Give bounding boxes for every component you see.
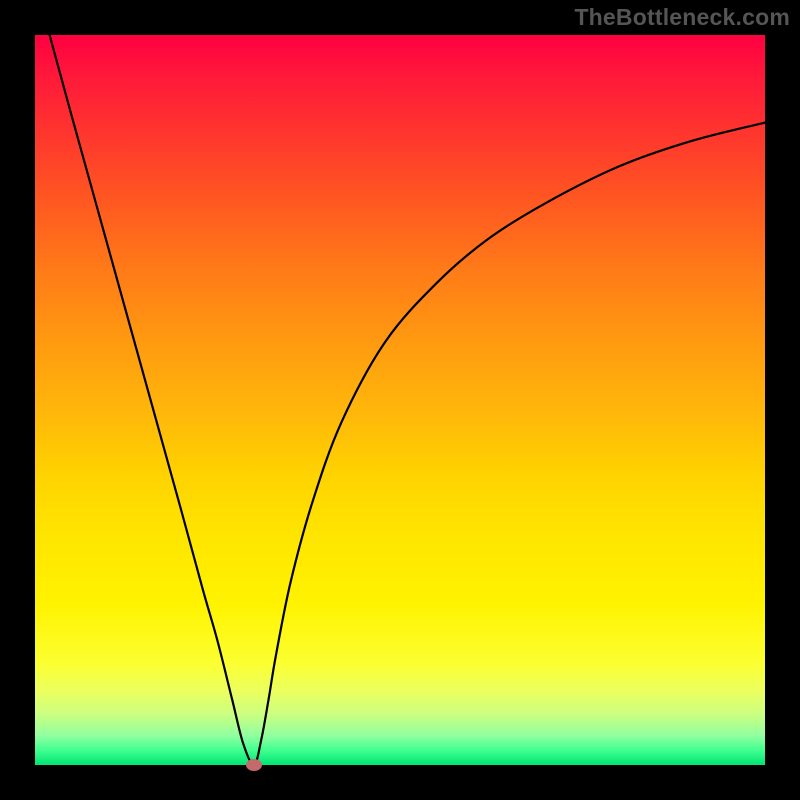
plot-area [35,35,765,765]
chart-frame: TheBottleneck.com [0,0,800,800]
optimal-point-marker [246,759,262,771]
attribution-label: TheBottleneck.com [574,4,790,31]
bottleneck-curve [35,35,765,765]
